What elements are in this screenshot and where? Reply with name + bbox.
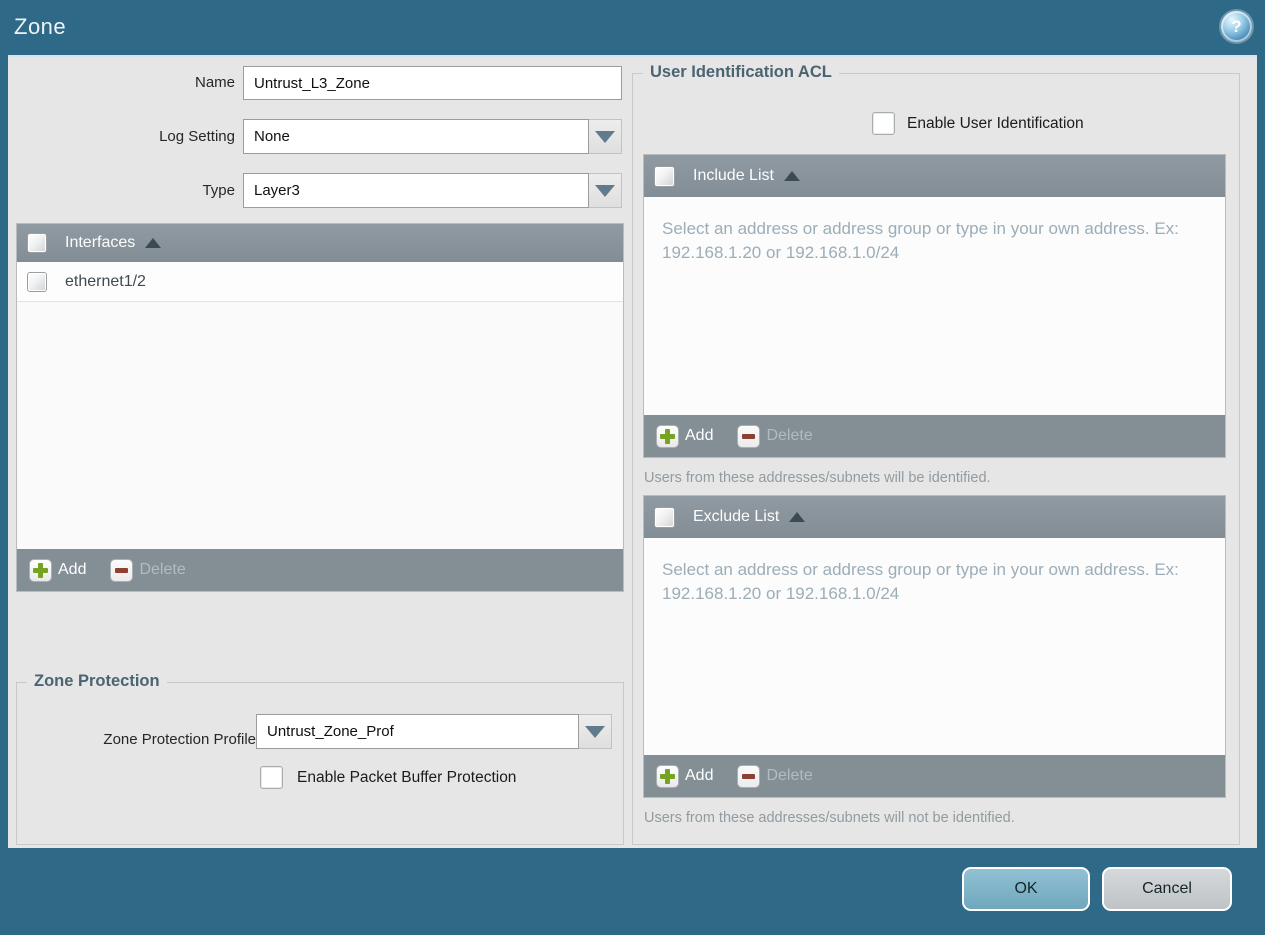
exclude-list-table: Exclude List Select an address or addres… (643, 495, 1226, 798)
ok-label: OK (1014, 880, 1038, 897)
enable-user-identification-label: Enable User Identification (907, 115, 1084, 132)
interfaces-table: Interfaces ethernet1/2 Add Delete (16, 223, 624, 592)
include-actions-bar: Add Delete (644, 415, 1225, 457)
include-list-body[interactable]: Select an address or address group or ty… (644, 197, 1225, 415)
add-label: Add (685, 427, 714, 444)
minus-icon (110, 558, 134, 582)
exclude-list-placeholder: Select an address or address group or ty… (662, 560, 1179, 603)
log-setting-dropdown-button[interactable] (589, 119, 622, 154)
include-list-header-label: Include List (693, 167, 774, 184)
delete-label: Delete (139, 561, 186, 578)
packet-buffer-protection-label: Enable Packet Buffer Protection (297, 769, 517, 786)
zone-protection-profile-value: Untrust_Zone_Prof (267, 723, 394, 740)
name-label: Name (194, 74, 235, 91)
exclude-select-all-checkbox[interactable] (654, 506, 675, 528)
delete-label: Delete (766, 767, 813, 784)
zone-protection-profile-dropdown[interactable]: Untrust_Zone_Prof (256, 714, 612, 749)
exclude-list-header[interactable]: Exclude List (644, 496, 1225, 538)
zone-protection-section: Zone Protection Zone Protection Profile … (16, 672, 624, 845)
cancel-label: Cancel (1142, 880, 1192, 897)
user-id-acl-section: User Identification ACL Enable User Iden… (632, 63, 1240, 845)
chevron-down-icon (585, 725, 605, 738)
chevron-down-icon (595, 130, 615, 143)
exclude-list-body[interactable]: Select an address or address group or ty… (644, 538, 1225, 755)
question-glyph: ? (1231, 16, 1242, 36)
sort-asc-icon[interactable] (783, 171, 800, 181)
zone-dialog: Zone ? Name Untrust_L3_Zone Log Setting … (0, 0, 1265, 935)
add-button[interactable]: Add (29, 558, 87, 582)
name-input[interactable]: Untrust_L3_Zone (243, 66, 622, 100)
type-label: Type (202, 182, 235, 199)
type-dropdown[interactable]: Layer3 (243, 173, 622, 208)
plus-icon (656, 764, 679, 788)
log-setting-dropdown[interactable]: None (243, 119, 622, 154)
packet-buffer-protection-checkbox[interactable] (260, 766, 283, 789)
delete-label: Delete (766, 427, 813, 444)
zone-protection-profile-dropdown-button[interactable] (579, 714, 612, 749)
minus-icon (737, 764, 761, 788)
sort-asc-icon[interactable] (789, 512, 806, 522)
cancel-button[interactable]: Cancel (1102, 867, 1232, 911)
help-icon[interactable]: ? (1221, 11, 1252, 42)
interfaces-header-label: Interfaces (65, 234, 136, 251)
include-list-caption: Users from these addresses/subnets will … (644, 470, 991, 486)
plus-icon (29, 558, 52, 582)
table-row[interactable]: ethernet1/2 (17, 262, 623, 302)
include-list-header[interactable]: Include List (644, 155, 1225, 197)
include-list-table: Include List Select an address or addres… (643, 154, 1226, 458)
interfaces-header[interactable]: Interfaces (17, 224, 623, 262)
minus-icon (737, 424, 761, 448)
log-setting-value: None (254, 128, 290, 145)
interface-row-checkbox[interactable] (27, 271, 47, 292)
plus-icon (656, 424, 679, 448)
log-setting-label: Log Setting (159, 128, 235, 145)
include-select-all-checkbox[interactable] (654, 165, 675, 187)
exclude-list-caption: Users from these addresses/subnets will … (644, 810, 1015, 826)
interfaces-select-all-checkbox[interactable] (27, 233, 47, 253)
sort-asc-icon[interactable] (145, 238, 162, 248)
delete-button[interactable]: Delete (737, 764, 813, 788)
add-button[interactable]: Add (656, 424, 714, 448)
add-label: Add (58, 561, 87, 578)
interfaces-actions-bar: Add Delete (17, 549, 623, 591)
exclude-actions-bar: Add Delete (644, 755, 1225, 797)
log-setting-value-box[interactable]: None (243, 119, 589, 154)
interface-name: ethernet1/2 (65, 272, 146, 290)
type-dropdown-button[interactable] (589, 173, 622, 208)
user-id-acl-legend: User Identification ACL (643, 63, 839, 82)
exclude-list-header-label: Exclude List (693, 508, 780, 525)
ok-button[interactable]: OK (962, 867, 1090, 911)
delete-button[interactable]: Delete (737, 424, 813, 448)
add-label: Add (685, 767, 714, 784)
zone-protection-profile-label: Zone Protection Profile (103, 731, 256, 748)
dialog-title: Zone (14, 14, 67, 39)
enable-user-identification-checkbox[interactable] (872, 112, 895, 135)
zone-protection-legend: Zone Protection (27, 672, 167, 691)
type-value: Layer3 (254, 182, 300, 199)
delete-button[interactable]: Delete (110, 558, 186, 582)
name-value: Untrust_L3_Zone (254, 74, 370, 92)
chevron-down-icon (595, 184, 615, 197)
include-list-placeholder: Select an address or address group or ty… (662, 219, 1179, 262)
zone-protection-profile-value-box[interactable]: Untrust_Zone_Prof (256, 714, 579, 749)
dialog-titlebar: Zone ? (0, 0, 1265, 55)
add-button[interactable]: Add (656, 764, 714, 788)
type-value-box[interactable]: Layer3 (243, 173, 589, 208)
